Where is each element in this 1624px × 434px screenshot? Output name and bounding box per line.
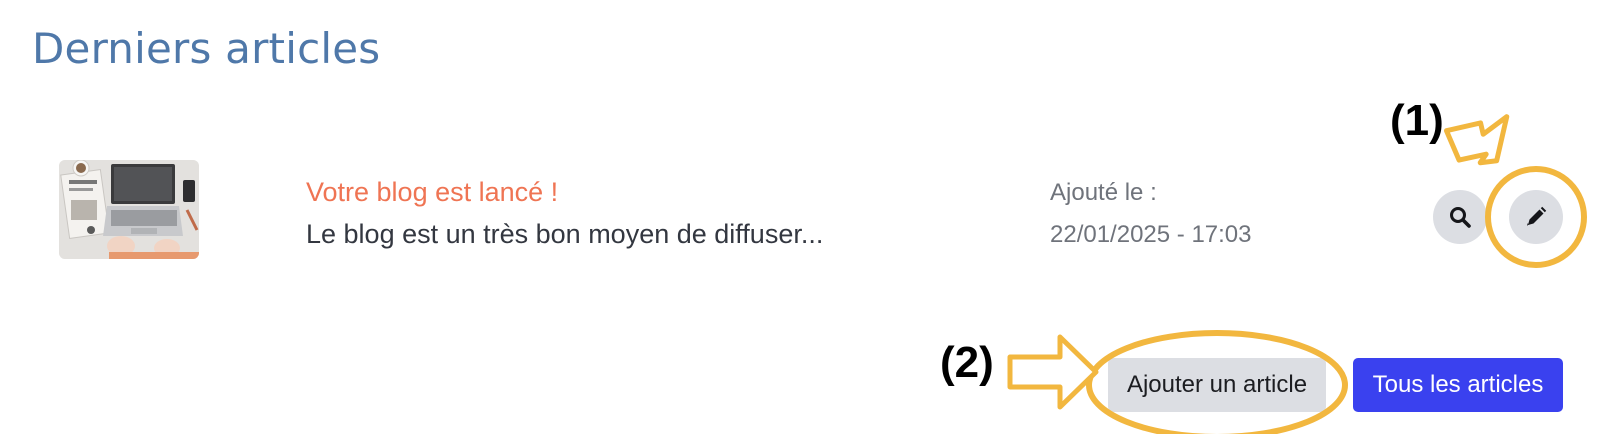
arrow-2-icon (1007, 334, 1099, 410)
date-value: 22/01/2025 - 17:03 (1050, 221, 1252, 248)
search-icon (1450, 207, 1471, 228)
callout-label-1: (1) (1390, 96, 1444, 145)
article-thumbnail[interactable] (59, 160, 199, 259)
edit-article-button[interactable] (1509, 190, 1563, 244)
view-article-button[interactable] (1433, 190, 1487, 244)
section-title: Derniers articles (32, 24, 381, 73)
article-title-link[interactable]: Votre blog est lancé ! (306, 177, 558, 208)
laptop-desk-photo-icon (59, 160, 199, 259)
article-row: Votre blog est lancé ! Le blog est un tr… (0, 150, 1624, 260)
latest-articles-page: Derniers articles Votre blog est lancé !… (0, 0, 1624, 434)
add-article-button[interactable]: Ajouter un article (1108, 358, 1326, 412)
callout-label-2: (2) (940, 338, 994, 387)
article-excerpt: Le blog est un très bon moyen de diffuse… (306, 219, 824, 249)
pencil-icon (1527, 206, 1547, 226)
date-label: Ajouté le : (1050, 179, 1157, 206)
all-articles-button[interactable]: Tous les articles (1353, 358, 1563, 412)
